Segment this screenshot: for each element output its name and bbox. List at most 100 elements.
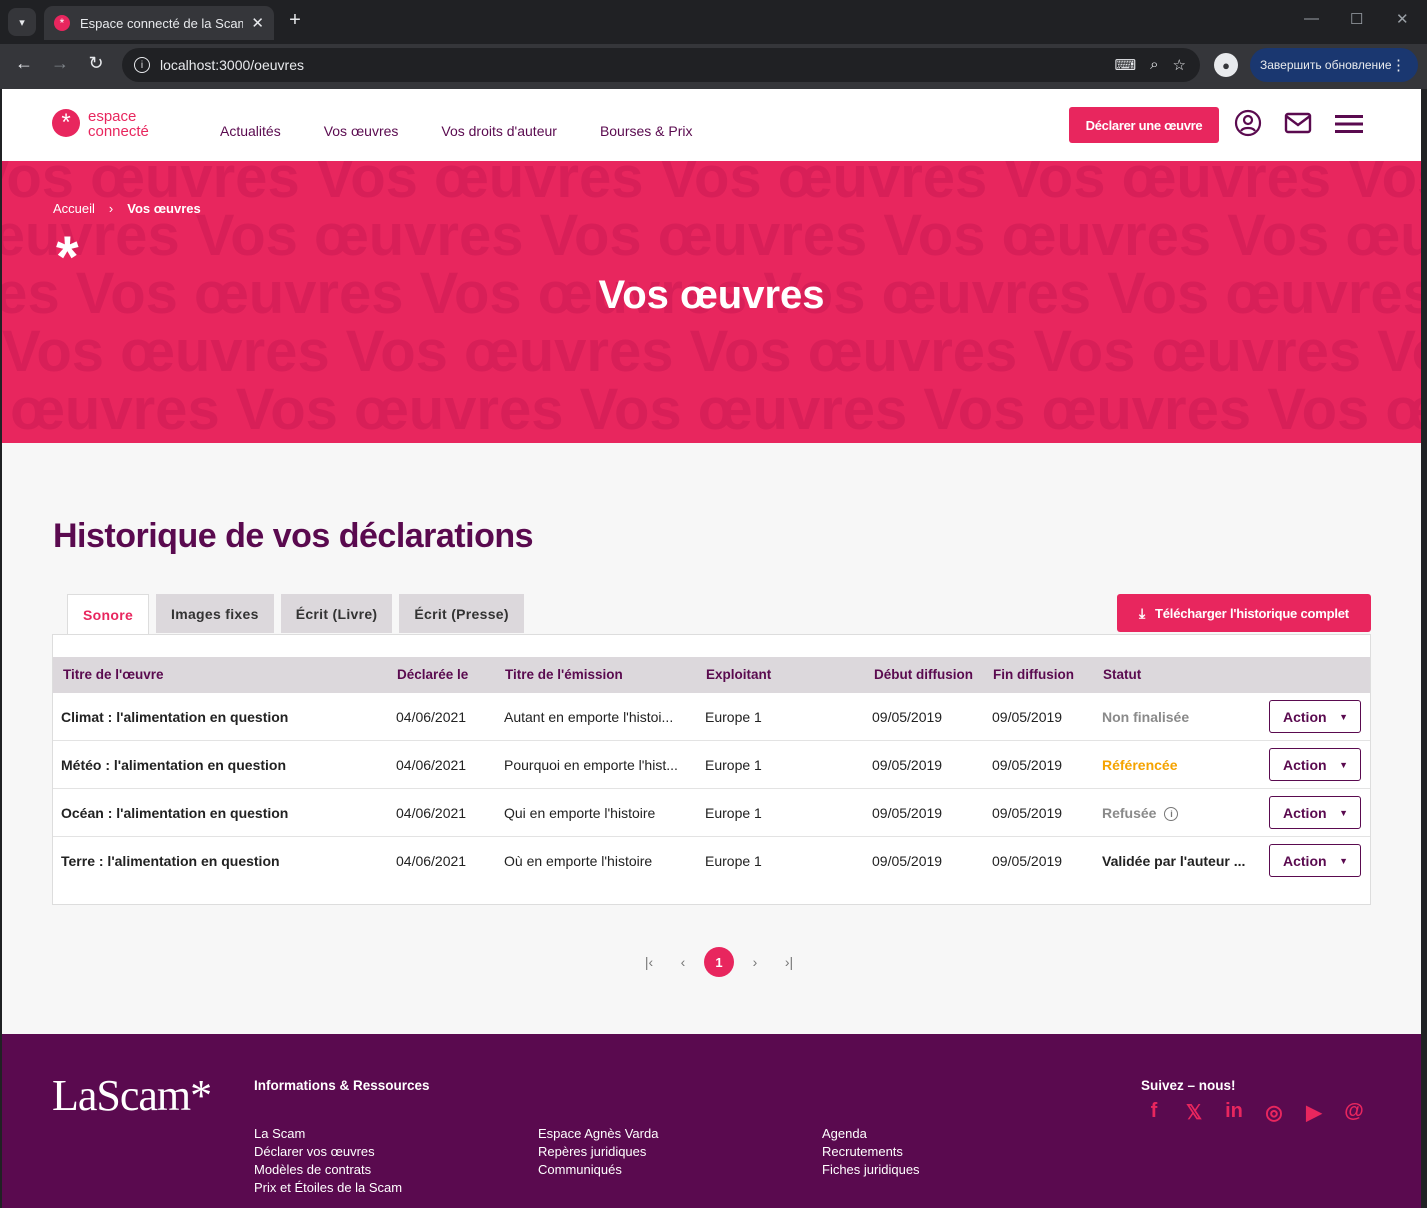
footer-link[interactable]: Déclarer vos œuvres — [254, 1143, 402, 1161]
caret-down-icon: ▼ — [1339, 807, 1348, 818]
maximize-icon[interactable]: ☐ — [1350, 10, 1363, 28]
close-window-icon[interactable]: ✕ — [1396, 10, 1409, 28]
col-debut[interactable]: Début diffusion — [874, 667, 973, 682]
nav-droits-auteur[interactable]: Vos droits d'auteur — [441, 123, 557, 139]
more-menu-icon[interactable]: ⋮ — [1391, 56, 1406, 74]
nav-vos-oeuvres[interactable]: Vos œuvres — [324, 123, 399, 139]
next-page-icon[interactable]: › — [738, 954, 772, 970]
nav-actualites[interactable]: Actualités — [220, 123, 281, 139]
col-statut[interactable]: Statut — [1103, 667, 1141, 682]
cell-title: Météo : l'alimentation en question — [61, 757, 287, 773]
footer-link[interactable]: Fiches juridiques — [822, 1161, 920, 1179]
cell-emission: Qui en emporte l'histoire — [504, 805, 656, 821]
first-page-icon[interactable]: |‹ — [632, 954, 666, 970]
cell-exploitant: Europe 1 — [705, 757, 762, 773]
table-row: Océan : l'alimentation en question 04/06… — [53, 789, 1370, 837]
browser-tab[interactable]: * Espace connecté de la Scam ✕ — [44, 6, 274, 40]
profile-avatar-icon[interactable]: ● — [1214, 53, 1238, 77]
youtube-icon[interactable]: ▶ — [1302, 1100, 1326, 1125]
nav-bourses-prix[interactable]: Bourses & Prix — [600, 123, 693, 139]
cell-end: 09/05/2019 — [992, 757, 1063, 773]
social-links: f 𝕏 in ◎ ▶ @ — [1142, 1100, 1366, 1125]
footer-link[interactable]: Espace Agnès Varda — [538, 1125, 658, 1143]
col-emission[interactable]: Titre de l'émission — [505, 667, 623, 682]
footer-logo[interactable]: LaScam* — [52, 1070, 212, 1121]
tab-ecrit-livre[interactable]: Écrit (Livre) — [280, 594, 393, 633]
asterisk-logo-icon: * — [52, 109, 80, 137]
site-info-icon[interactable]: i — [134, 57, 150, 73]
linkedin-icon[interactable]: in — [1222, 1100, 1246, 1125]
new-tab-button[interactable]: + — [284, 9, 306, 32]
page-current[interactable]: 1 — [704, 947, 734, 977]
table-row: Terre : l'alimentation en question 04/06… — [53, 837, 1370, 885]
cell-title: Climat : l'alimentation en question — [61, 709, 289, 725]
info-icon[interactable]: i — [1164, 807, 1179, 822]
cell-title: Océan : l'alimentation en question — [61, 805, 289, 821]
footer-link[interactable]: Agenda — [822, 1125, 920, 1143]
translate-icon[interactable]: ⌨ — [1114, 56, 1136, 74]
download-history-button[interactable]: ⤓ Télécharger l'historique complet — [1117, 594, 1371, 632]
site-header: * espace connecté Actualités Vos œuvres … — [2, 89, 1421, 161]
close-tab-icon[interactable]: ✕ — [251, 14, 264, 32]
prev-page-icon[interactable]: ‹ — [666, 954, 700, 970]
browser-chrome: ▾ * Espace connecté de la Scam ✕ + — ☐ ✕… — [0, 0, 1427, 89]
tab-sonore[interactable]: Sonore — [67, 594, 150, 634]
col-fin[interactable]: Fin diffusion — [993, 667, 1074, 682]
action-label: Action — [1283, 852, 1327, 869]
action-dropdown-button[interactable]: Action ▼ — [1269, 700, 1361, 733]
mail-icon[interactable] — [1284, 111, 1312, 140]
back-icon[interactable]: ← — [12, 53, 36, 74]
footer-link[interactable]: Recrutements — [822, 1143, 920, 1161]
footer-link[interactable]: Modèles de contrats — [254, 1161, 402, 1179]
status-badge: Non finalisée — [1102, 709, 1190, 725]
user-account-icon[interactable] — [1234, 109, 1262, 142]
address-bar[interactable]: i localhost:3000/oeuvres ⌨ ⌕ ☆ — [122, 48, 1200, 82]
status-cell: Refusée i — [1102, 805, 1179, 822]
cell-emission: Pourquoi en emporte l'hist... — [504, 757, 678, 773]
footer-link[interactable]: Repères juridiques — [538, 1143, 658, 1161]
zoom-icon[interactable]: ⌕ — [1150, 56, 1158, 74]
site-logo[interactable]: * espace connecté — [52, 109, 149, 139]
col-titre[interactable]: Titre de l'œuvre — [63, 667, 164, 682]
cell-declared: 04/06/2021 — [396, 709, 467, 725]
facebook-icon[interactable]: f — [1142, 1100, 1166, 1125]
status-badge: Référencée — [1102, 757, 1178, 773]
footer-col-2: Espace Agnès Varda Repères juridiques Co… — [538, 1125, 658, 1179]
col-exploitant[interactable]: Exploitant — [706, 667, 771, 682]
pagination: |‹ ‹ 1 › ›| — [632, 947, 806, 977]
action-label: Action — [1283, 804, 1327, 821]
footer-col-3: Agenda Recrutements Fiches juridiques — [822, 1125, 920, 1179]
instagram-icon[interactable]: ◎ — [1262, 1100, 1286, 1125]
update-button[interactable]: Завершить обновление ⋮ — [1250, 48, 1418, 82]
footer-link[interactable]: Communiqués — [538, 1161, 658, 1179]
x-twitter-icon[interactable]: 𝕏 — [1182, 1100, 1206, 1125]
col-declaree[interactable]: Déclarée le — [397, 667, 468, 682]
category-tabs: Sonore Images fixes Écrit (Livre) Écrit … — [67, 594, 524, 634]
bookmark-star-icon[interactable]: ☆ — [1173, 56, 1186, 74]
tab-images-fixes[interactable]: Images fixes — [156, 594, 274, 633]
footer-link[interactable]: La Scam — [254, 1125, 402, 1143]
table-header: Titre de l'œuvre Déclarée le Titre de l'… — [53, 657, 1370, 693]
browser-toolbar: ← → ↻ i localhost:3000/oeuvres ⌨ ⌕ ☆ ● З… — [0, 44, 1427, 89]
tab-search-button[interactable]: ▾ — [8, 8, 36, 36]
tab-strip: ▾ * Espace connecté de la Scam ✕ + — ☐ ✕ — [0, 0, 1427, 44]
last-page-icon[interactable]: ›| — [772, 954, 806, 970]
hero-banner: Vos œuvres Vos œuvres Vos œuvres Vos œuv… — [2, 161, 1421, 443]
threads-icon[interactable]: @ — [1342, 1100, 1366, 1125]
hamburger-menu-icon[interactable] — [1335, 113, 1363, 140]
breadcrumb-home[interactable]: Accueil — [53, 201, 95, 216]
logo-line2: connecté — [88, 123, 149, 140]
minimize-icon[interactable]: — — [1304, 10, 1319, 27]
cell-start: 09/05/2019 — [872, 805, 943, 821]
declare-oeuvre-button[interactable]: Déclarer une œuvre — [1069, 107, 1219, 143]
tab-ecrit-presse[interactable]: Écrit (Presse) — [399, 594, 524, 633]
footer-link[interactable]: Prix et Étoiles de la Scam — [254, 1179, 402, 1197]
action-dropdown-button[interactable]: Action ▼ — [1269, 844, 1361, 877]
table-row: Météo : l'alimentation en question 04/06… — [53, 741, 1370, 789]
reload-icon[interactable]: ↻ — [84, 53, 108, 74]
action-dropdown-button[interactable]: Action ▼ — [1269, 796, 1361, 829]
forward-icon[interactable]: → — [48, 53, 72, 74]
action-dropdown-button[interactable]: Action ▼ — [1269, 748, 1361, 781]
caret-down-icon: ▼ — [1339, 759, 1348, 770]
declarations-table: Titre de l'œuvre Déclarée le Titre de l'… — [52, 634, 1371, 905]
